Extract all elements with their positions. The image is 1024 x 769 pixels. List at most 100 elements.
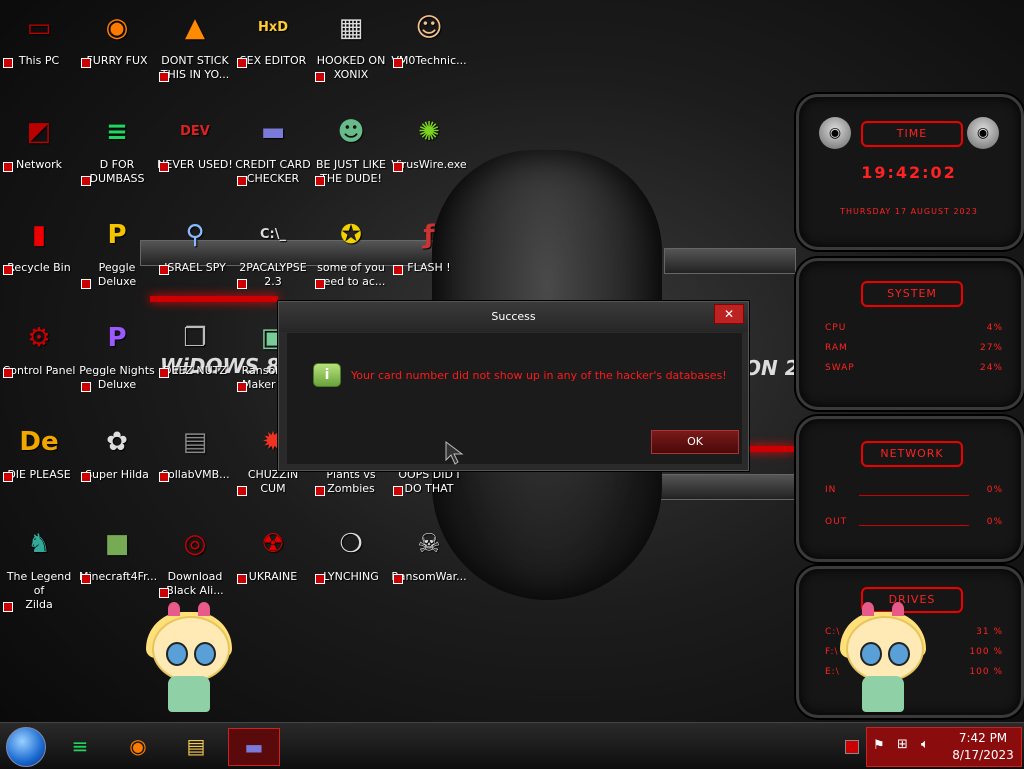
recycle-bin-icon: ▮ — [31, 220, 47, 250]
dialog-close-button[interactable]: ✕ — [714, 304, 744, 324]
system-gadget-title: SYSTEM — [861, 281, 963, 307]
mouse-cursor-icon — [445, 441, 464, 465]
desktop-icon-limewire[interactable]: ✺ VirusWire.exe — [391, 110, 467, 172]
gadget-date: THURSDAY 17 AUGUST 2023 — [840, 207, 978, 216]
shortcut-arrow-icon — [81, 472, 91, 482]
start-orb-icon[interactable] — [6, 727, 46, 767]
gadget-row-value: 4% — [986, 323, 1003, 333]
desktop-icon-spotify[interactable]: ≡ D FOR DUMBASS — [79, 110, 155, 186]
monitor-icon: ▭ — [26, 13, 52, 43]
desktop-icon-zelda[interactable]: ♞ The Legend of Zilda — [1, 522, 77, 612]
firefox-taskbar-icon[interactable]: ◉ — [116, 728, 160, 764]
desktop-icon-xonix[interactable]: ▦ HOOKED ON XONIX — [313, 6, 389, 82]
time-gadget-title: TIME — [861, 121, 963, 147]
shortcut-arrow-icon — [315, 176, 325, 186]
shortcut-arrow-icon — [393, 162, 403, 172]
desktop-icon-elf[interactable]: ☻ BE JUST LIKE THE DUDE! — [313, 110, 389, 186]
gadget-row-label: E:\ — [825, 667, 840, 677]
desktop-icon-collabvm[interactable]: ▤ CollabVMB... — [157, 420, 233, 482]
gadget-row-label: IN — [825, 485, 837, 495]
success-dialog: Success ✕ i Your card number did not sho… — [278, 301, 749, 471]
desktop-icon-devcpp[interactable]: DEV NEVER USED! — [157, 110, 233, 172]
desktop-icon-doctor[interactable]: ☺ VM0Technic... — [391, 6, 467, 68]
flash-icon: ƒ — [423, 220, 435, 250]
shortcut-arrow-icon — [393, 265, 403, 275]
desktop-icon-hxd[interactable]: HxD SEX EDITOR — [235, 6, 311, 68]
wallpaper-band — [660, 474, 798, 500]
shortcut-arrow-icon — [393, 574, 403, 584]
desktop-icon-beaver[interactable]: ✪ some of you need to ac... — [313, 213, 389, 289]
shortcut-arrow-icon — [159, 588, 169, 598]
desktop-icon-black-alien[interactable]: ◎ Download Black Ali... — [157, 522, 233, 598]
dialog-title: Success — [491, 310, 536, 323]
wallpaper-band — [664, 248, 796, 274]
gadget-row-value: 31 % — [976, 627, 1003, 637]
spotify-taskbar-icon[interactable]: ≡ — [58, 728, 102, 764]
shortcut-arrow-icon — [237, 58, 247, 68]
shortcut-arrow-icon — [159, 162, 169, 172]
dialog-title-bar[interactable]: Success — [279, 302, 748, 332]
xonix-icon: ▦ — [338, 13, 364, 43]
file-explorer-taskbar-icon[interactable]: ▤ — [174, 728, 218, 764]
shortcut-arrow-icon — [315, 72, 325, 82]
vlc-cone-icon: ▲ — [185, 13, 205, 43]
dialog-message: Your card number did not show up in any … — [351, 369, 727, 382]
shortcut-arrow-icon — [237, 486, 247, 496]
shortcut-arrow-icon — [3, 368, 13, 378]
action-center-flag-icon[interactable]: ⚑ — [873, 738, 885, 753]
gadget-row-label: RAM — [825, 343, 848, 353]
show-hidden-icons-icon[interactable] — [845, 740, 859, 754]
system-gadget[interactable]: SYSTEM CPU 4% RAM 27% SWAP 24% — [796, 258, 1024, 410]
desktop-icon-flash[interactable]: ƒ FLASH ! — [391, 213, 467, 275]
alien-logo-icon: ◉ — [819, 117, 851, 149]
ok-button[interactable]: OK — [651, 430, 739, 454]
shortcut-arrow-icon — [159, 472, 169, 482]
desktop-icon-spy-network[interactable]: ⚲ ISRAEL SPY — [157, 213, 233, 275]
gadget-row-value: 24% — [979, 363, 1003, 373]
desktop-icon-noose[interactable]: ❍ LYNCHING — [313, 522, 389, 584]
desktop-icon-radiation[interactable]: ☢ UKRAINE — [235, 522, 311, 584]
desktop-icon-vlc-cone[interactable]: ▲ DONT STICK THIS IN YO... — [157, 6, 233, 82]
taskbar-clock[interactable]: 7:42 PM 8/17/2023 — [947, 730, 1019, 764]
shortcut-arrow-icon — [3, 472, 13, 482]
desktop-icon-credit-card[interactable]: ▬ CREDIT CARD CHECKER — [235, 110, 311, 186]
desktop-icon-stack[interactable]: ❐ DEEZ NUTZ — [157, 316, 233, 378]
desktop-icon-cmd[interactable]: C:\_ 2PACALYPSE 2.3 — [235, 213, 311, 289]
doctor-icon: ☺ — [415, 13, 443, 43]
desktop-icon-peggle[interactable]: P Peggle Deluxe — [79, 213, 155, 289]
gadget-row-label: OUT — [825, 517, 848, 527]
network-gadget[interactable]: NETWORK IN 0% OUT 0% — [796, 416, 1024, 562]
taskbar-date: 8/17/2023 — [952, 748, 1014, 762]
gadget-row-value: 100 % — [969, 667, 1003, 677]
network-gadget-title: NETWORK — [861, 441, 963, 467]
network-tray-icon[interactable]: ⊞ — [897, 737, 908, 752]
skull-icon: ☠ — [417, 529, 441, 559]
shortcut-arrow-icon — [3, 162, 13, 172]
desktop-icon-skull[interactable]: ☠ RansomWar... — [391, 522, 467, 584]
shortcut-arrow-icon — [159, 72, 169, 82]
firefox-icon: ◉ — [105, 13, 129, 43]
desktop-icon-adobe-de[interactable]: De DIE PLEASE — [1, 420, 77, 482]
radiation-icon: ☢ — [261, 529, 285, 559]
network-icon: ◩ — [26, 117, 52, 147]
cmd-icon: C:\_ — [260, 227, 286, 242]
desktop-icon-firefox[interactable]: ◉ FURRY FUX — [79, 6, 155, 68]
desktop-icon-peggle-nights[interactable]: P Peggle Nights Deluxe — [79, 316, 155, 392]
zelda-icon: ♞ — [27, 529, 51, 559]
volume-icon[interactable]: 🔈︎ — [921, 737, 929, 752]
desktop-icon-recycle-bin[interactable]: ▮ Recycle Bin — [1, 213, 77, 275]
shortcut-arrow-icon — [393, 58, 403, 68]
noose-icon: ❍ — [339, 529, 363, 559]
time-gadget[interactable]: ◉ ◉ TIME 19:42:02 THURSDAY 17 AUGUST 202… — [796, 94, 1024, 250]
gadget-row-value: 27% — [979, 343, 1003, 353]
shortcut-arrow-icon — [237, 176, 247, 186]
desktop-icon-minecraft[interactable]: ■ Minecraft4Fr... — [79, 522, 157, 584]
desktop-icon-network[interactable]: ◩ Network — [1, 110, 77, 172]
shortcut-arrow-icon — [81, 574, 91, 584]
shortcut-arrow-icon — [315, 486, 325, 496]
desktop-icon-monitor[interactable]: ▭ This PC — [1, 6, 77, 68]
desktop-icon-hilda[interactable]: ✿ Super Hilda — [79, 420, 155, 482]
credit-card-checker-taskbar-icon[interactable]: ▬ — [228, 728, 280, 766]
shortcut-arrow-icon — [3, 602, 13, 612]
desktop-icon-control-panel[interactable]: ⚙ Control Panel — [1, 316, 77, 378]
